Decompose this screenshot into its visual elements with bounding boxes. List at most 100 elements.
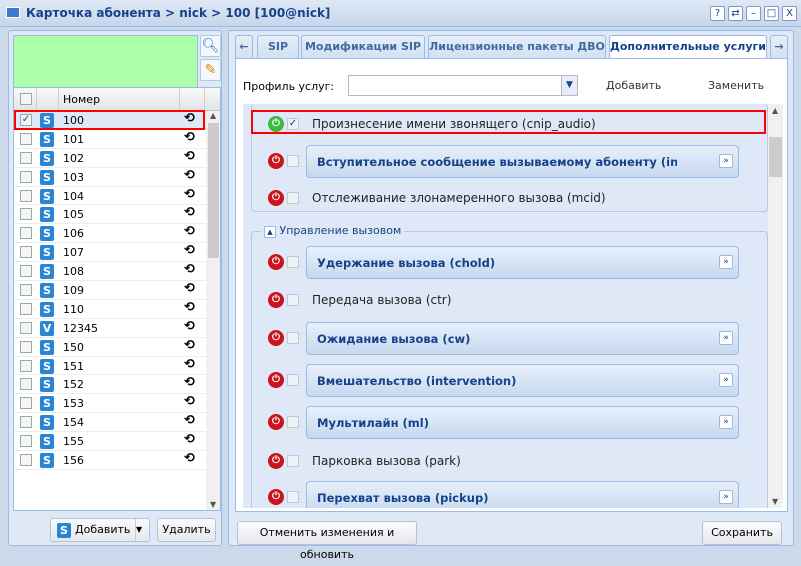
profile-add-button[interactable]: Добавить [606,79,661,92]
subscriber-row[interactable]: S 110 ⟲ [14,300,220,319]
subscriber-row[interactable]: S 107 ⟲ [14,243,220,263]
reset-icon[interactable]: ⟲ [184,187,195,202]
select-all-checkbox[interactable] [20,93,32,105]
delete-button[interactable]: Удалить [157,518,216,542]
power-icon[interactable]: ⏻ [268,489,284,505]
service-checkbox[interactable] [287,374,299,386]
service-checkbox[interactable] [287,416,299,428]
service-group[interactable]: Мультилайн (ml)» [306,406,739,439]
row-checkbox[interactable] [20,208,32,221]
services-scrollbar[interactable]: ▲ ▼ [768,104,783,508]
service-checkbox[interactable] [287,256,299,268]
refresh-button[interactable]: ⇄ [728,6,743,21]
reset-icon[interactable]: ⟲ [184,338,195,353]
pencil-icon[interactable]: ✎ [200,59,221,81]
service-group[interactable]: Перехват вызова (pickup)» [306,481,739,508]
profile-replace-button[interactable]: Заменить [708,79,764,92]
call-control-legend[interactable]: ▲ Управление вызовом [261,224,405,238]
reset-icon[interactable]: ⟲ [184,451,195,466]
add-button[interactable]: S Добавить ▼ [50,518,150,542]
subscriber-row[interactable]: S 151 ⟲ [14,357,220,376]
row-checkbox[interactable] [20,170,32,183]
maximize-button[interactable]: □ [764,6,779,21]
subscriber-row[interactable]: S 155 ⟲ [14,432,220,452]
reset-icon[interactable]: ⟲ [184,243,195,258]
cancel-and-refresh-button[interactable]: Отменить изменения и обновить [237,521,417,561]
power-icon[interactable]: ⏻ [268,453,284,469]
minimize-button[interactable]: – [746,6,761,21]
row-checkbox[interactable] [20,132,32,145]
service-group[interactable]: Ожидание вызова (cw)» [306,322,739,355]
service-checkbox[interactable] [287,455,299,467]
service-checkbox[interactable] [287,332,299,344]
service-checkbox[interactable] [287,192,299,204]
reset-icon[interactable]: ⟲ [184,432,195,447]
service-checkbox[interactable] [287,294,299,306]
reset-icon[interactable]: ⟲ [184,224,195,239]
service-group[interactable]: Вступительное сообщение вызываемому абон… [306,145,739,178]
subscriber-row[interactable]: S 108 ⟲ [14,262,220,282]
subscriber-row[interactable]: S 154 ⟲ [14,413,220,433]
column-number[interactable]: Номер [63,93,100,106]
subscriber-row[interactable]: S 153 ⟲ [14,394,220,414]
reset-icon[interactable]: ⟲ [184,375,195,390]
reset-icon[interactable]: ⟲ [184,281,195,296]
row-checkbox[interactable] [20,378,32,391]
power-icon[interactable]: ⏻ [268,330,284,346]
reset-icon[interactable]: ⟲ [184,149,195,164]
row-checkbox[interactable] [20,416,32,429]
subscriber-row[interactable]: S 101 ⟲ [14,130,220,149]
row-checkbox[interactable] [20,151,32,164]
reset-icon[interactable]: ⟲ [184,413,195,428]
subscriber-row[interactable]: V 12345 ⟲ [14,319,220,338]
tab-scroll-left[interactable]: ← [235,35,253,59]
reset-icon[interactable]: ⟲ [184,130,195,145]
row-checkbox[interactable] [20,321,32,334]
subscriber-row[interactable]: S 156 ⟲ [14,451,220,470]
profile-select[interactable]: ▼ [348,75,578,96]
row-checkbox[interactable] [20,284,32,297]
power-icon[interactable]: ⏻ [268,254,284,270]
row-checkbox[interactable] [20,265,32,278]
row-checkbox[interactable] [20,340,32,353]
power-icon[interactable]: ⏻ [268,153,284,169]
subscriber-row[interactable]: S 104 ⟲ [14,187,220,206]
subscriber-row[interactable]: S 150 ⟲ [14,338,220,357]
power-icon[interactable]: ⏻ [268,292,284,308]
power-icon[interactable]: ⏻ [268,372,284,388]
tab-2[interactable]: Лицензионные пакеты ДВО [428,35,606,59]
service-group[interactable]: Вмешательство (intervention)» [306,364,739,397]
row-checkbox[interactable] [20,189,32,202]
subscriber-row[interactable]: S 102 ⟲ [14,149,220,168]
row-checkbox[interactable] [20,227,32,240]
help-button[interactable]: ? [710,6,725,21]
subscriber-row[interactable]: S 105 ⟲ [14,205,220,225]
row-checkbox[interactable] [20,246,32,259]
service-checkbox[interactable] [287,155,299,167]
reset-icon[interactable]: ⟲ [184,262,195,277]
search-icon[interactable]: 🔍︎ [200,35,221,57]
service-checkbox[interactable] [287,491,299,503]
reset-icon[interactable]: ⟲ [184,168,195,183]
grid-scrollbar[interactable]: ▲ ▼ [206,111,220,510]
service-group[interactable]: Удержание вызова (chold)» [306,246,739,279]
reset-icon[interactable]: ⟲ [184,300,195,315]
subscriber-row[interactable]: S 109 ⟲ [14,281,220,300]
row-checkbox[interactable] [20,302,32,315]
reset-icon[interactable]: ⟲ [184,357,195,372]
tab-scroll-right[interactable]: → [770,35,788,59]
save-button[interactable]: Сохранить [702,521,782,545]
subscriber-row[interactable]: S 152 ⟲ [14,375,220,395]
row-checkbox[interactable] [20,397,32,410]
row-checkbox[interactable] [20,435,32,448]
reset-icon[interactable]: ⟲ [184,394,195,409]
power-icon[interactable]: ⏻ [268,414,284,430]
reset-icon[interactable]: ⟲ [184,319,195,334]
subscriber-row[interactable]: S 103 ⟲ [14,168,220,187]
subscriber-row[interactable]: S 106 ⟲ [14,224,220,244]
tab-3[interactable]: Дополнительные услуги [609,35,767,60]
power-icon[interactable]: ⏻ [268,190,284,206]
row-checkbox[interactable] [20,359,32,372]
reset-icon[interactable]: ⟲ [184,205,195,220]
row-checkbox[interactable] [20,454,32,467]
